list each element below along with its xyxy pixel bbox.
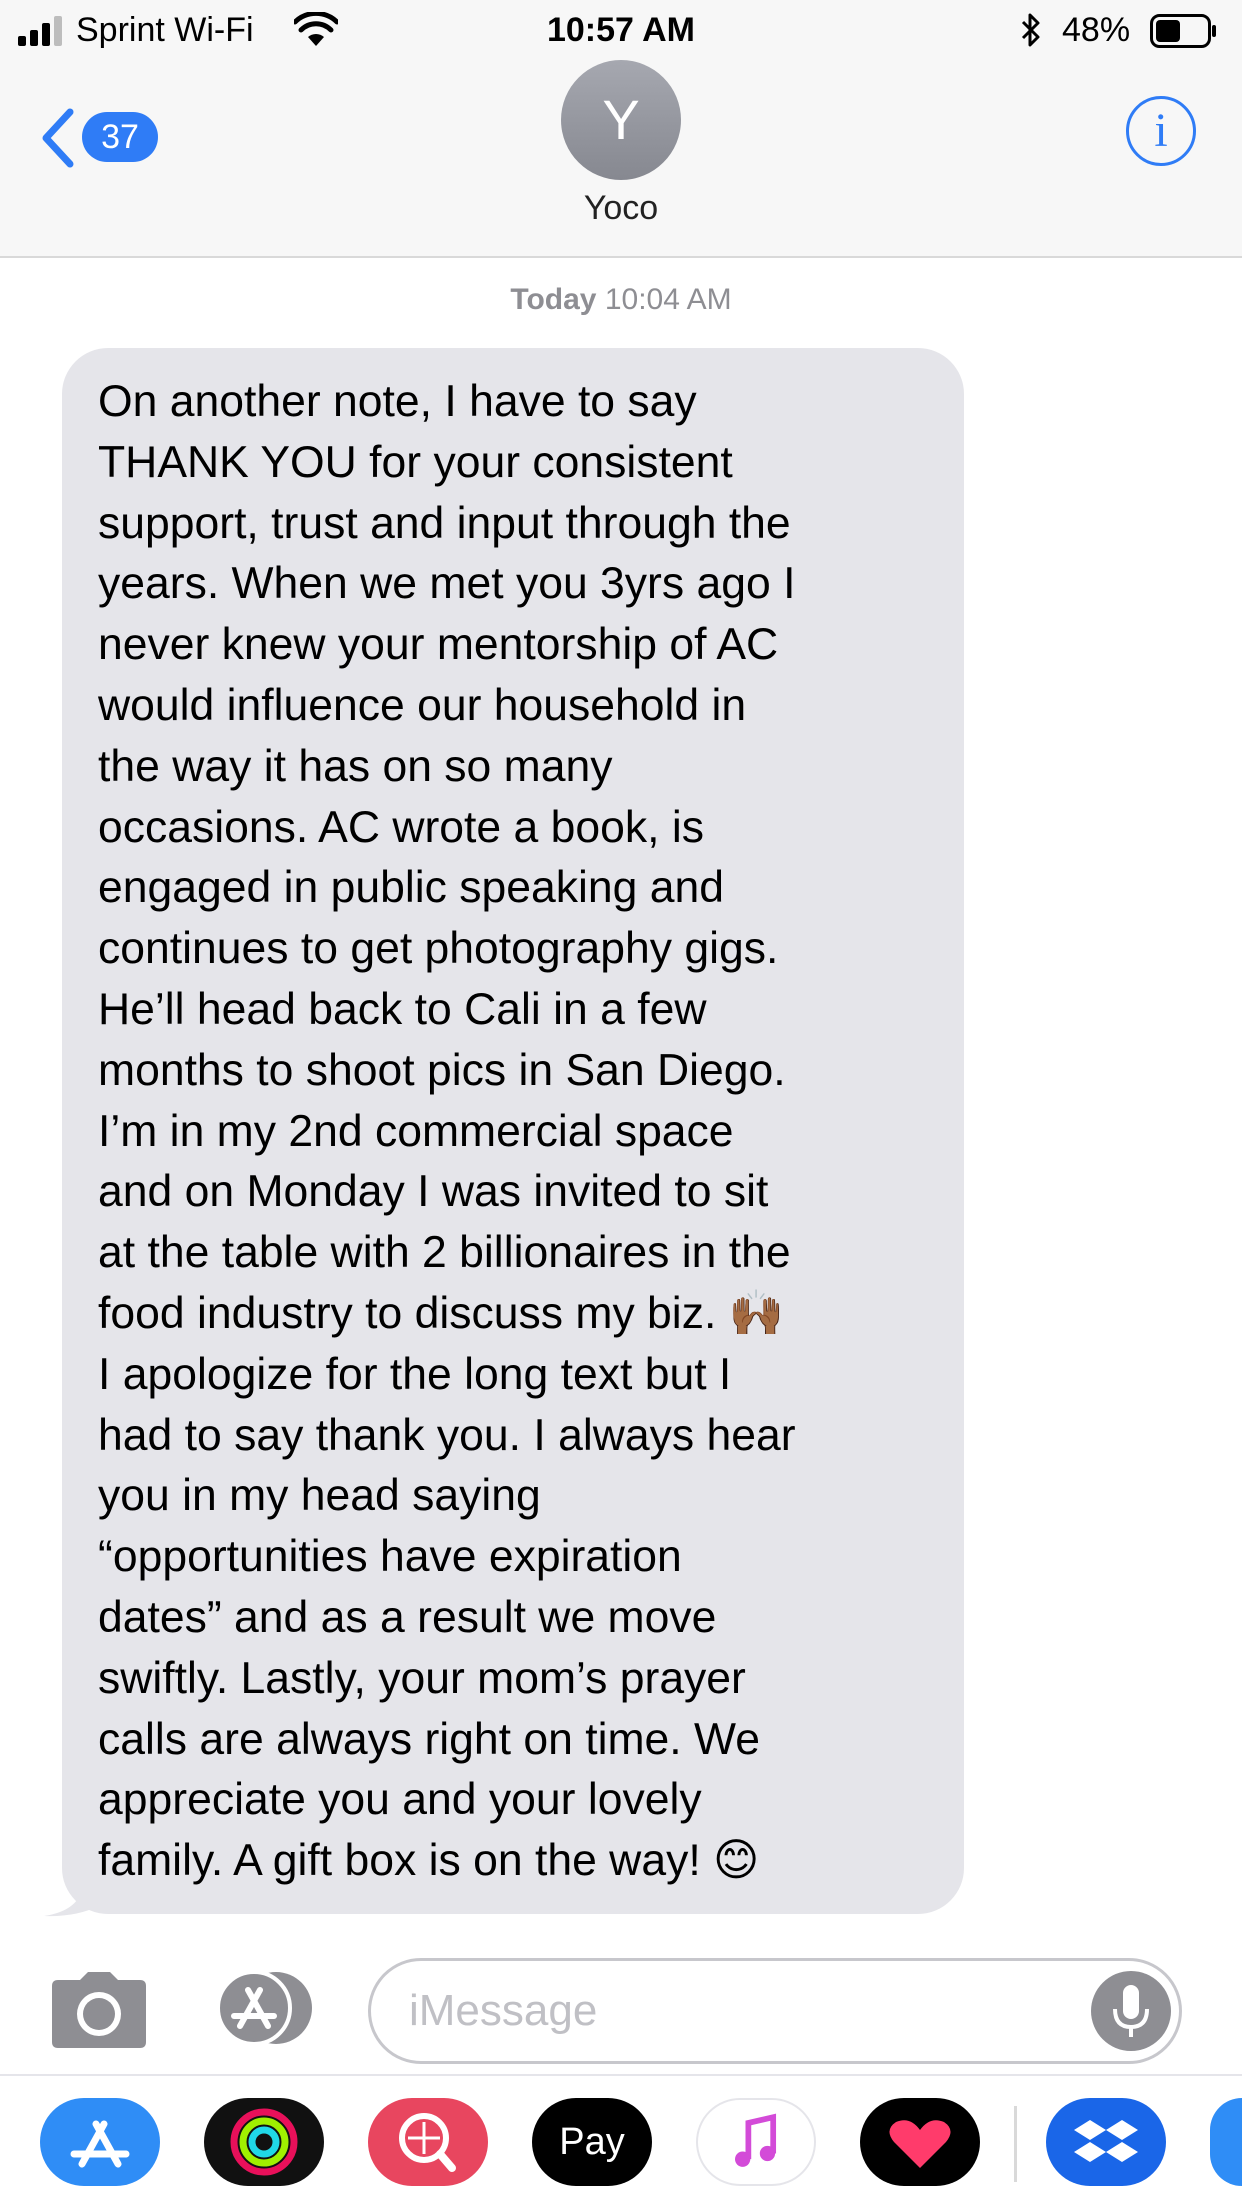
music-icon[interactable] (696, 2098, 816, 2186)
microphone-button[interactable] (1091, 1971, 1171, 2051)
battery-icon (1150, 14, 1216, 48)
bluetooth-icon (1021, 13, 1040, 47)
timestamp-time: 10:04 AM (604, 283, 732, 316)
contact-name: Yoco (583, 189, 659, 227)
status-bar: Sprint Wi-Fi 10:57 AM 48% (0, 0, 1242, 60)
digital-touch-icon[interactable] (860, 2098, 980, 2186)
message-timestamp: Today 10:04 AM (0, 280, 1242, 320)
status-time: 10:57 AM (546, 11, 696, 49)
chevron-left-icon (42, 108, 74, 168)
incoming-message[interactable]: On another note, I have to say THANK YOU… (44, 348, 964, 1917)
drawer-divider (1014, 2106, 1017, 2182)
app-store-icon[interactable] (40, 2098, 160, 2186)
activity-icon[interactable] (204, 2098, 324, 2186)
info-button[interactable]: i (1126, 96, 1196, 166)
back-button[interactable]: 37 (30, 98, 166, 178)
battery-percent: 48% (1062, 11, 1131, 49)
contact-header[interactable]: Y Yoco (521, 60, 721, 258)
contact-avatar: Y (561, 60, 681, 180)
apple-pay-label: Pay (559, 2121, 625, 2163)
app-store-drawer-icon[interactable] (210, 1968, 320, 2048)
app-drawer: Pay (0, 2074, 1242, 2208)
camera-icon[interactable] (50, 1970, 148, 2050)
more-apps-icon[interactable] (1210, 2098, 1242, 2186)
imessage-field[interactable] (368, 1958, 1182, 2064)
apple-pay-icon[interactable]: Pay (532, 2098, 652, 2186)
conversation-header: 37 Y Yoco i (0, 60, 1242, 258)
imessage-input[interactable] (409, 1975, 1049, 2047)
microphone-icon (1113, 1985, 1149, 2037)
web-search-icon[interactable] (368, 2098, 488, 2186)
dropbox-icon[interactable] (1046, 2098, 1166, 2186)
unread-count-badge: 37 (82, 112, 158, 162)
compose-bar (0, 1940, 1242, 2074)
message-bubble: On another note, I have to say THANK YOU… (62, 348, 964, 1914)
message-text: On another note, I have to say THANK YOU… (98, 377, 796, 1886)
timestamp-day: Today (510, 283, 597, 316)
